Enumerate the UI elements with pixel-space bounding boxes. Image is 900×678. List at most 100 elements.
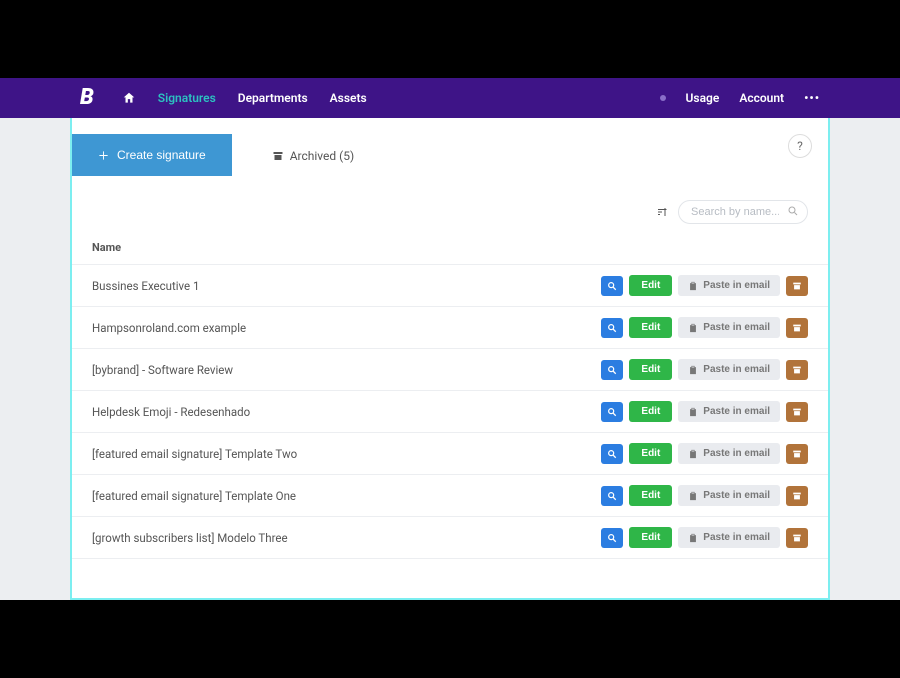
paste-button[interactable]: Paste in email [678,359,780,380]
signature-name: Helpdesk Emoji - Redesenhado [92,405,250,419]
edit-label: Edit [641,490,660,501]
edit-button[interactable]: Edit [629,485,672,506]
archive-button[interactable] [786,360,808,380]
signatures-card: Create signature Archived (5) ? N [70,118,830,600]
table-row: [featured email signature] Template One … [72,475,828,517]
nav-right: Usage Account ••• [660,91,820,105]
row-actions: Edit Paste in email [601,527,808,548]
paste-icon [688,491,698,501]
row-actions: Edit Paste in email [601,359,808,380]
more-menu-icon[interactable]: ••• [804,91,820,105]
signature-name: [featured email signature] Template Two [92,447,297,461]
table-row: [bybrand] - Software Review Edit Paste i… [72,349,828,391]
row-actions: Edit Paste in email [601,401,808,422]
magnify-icon [607,365,617,375]
edit-label: Edit [641,280,660,291]
magnify-icon [607,533,617,543]
archive-box-icon [792,533,802,543]
paste-label: Paste in email [703,322,770,333]
archive-button[interactable] [786,402,808,422]
archive-button[interactable] [786,276,808,296]
paste-icon [688,365,698,375]
create-signature-button[interactable]: Create signature [72,134,232,176]
archive-box-icon [792,365,802,375]
archive-button[interactable] [786,444,808,464]
row-actions: Edit Paste in email [601,317,808,338]
view-button[interactable] [601,318,623,338]
nav-left: B Signatures Departments Assets [80,87,367,109]
table-row: Bussines Executive 1 Edit Paste in email [72,265,828,307]
signature-name: Hampsonroland.com example [92,321,246,335]
archive-box-icon [792,281,802,291]
edit-button[interactable]: Edit [629,443,672,464]
edit-button[interactable]: Edit [629,275,672,296]
view-button[interactable] [601,486,623,506]
paste-icon [688,533,698,543]
edit-label: Edit [641,364,660,375]
paste-label: Paste in email [703,406,770,417]
table-row: [growth subscribers list] Modelo Three E… [72,517,828,559]
list-toolbar [72,186,828,234]
edit-button[interactable]: Edit [629,527,672,548]
paste-label: Paste in email [703,364,770,375]
paste-button[interactable]: Paste in email [678,401,780,422]
paste-button[interactable]: Paste in email [678,485,780,506]
signature-name: Bussines Executive 1 [92,279,199,293]
archive-button[interactable] [786,486,808,506]
sort-icon[interactable] [656,206,668,218]
magnify-icon [607,449,617,459]
magnify-icon [607,407,617,417]
table-row: [featured email signature] Template Two … [72,433,828,475]
archive-button[interactable] [786,318,808,338]
magnify-icon [607,281,617,291]
home-icon[interactable] [122,91,136,105]
create-label: Create signature [117,148,206,162]
paste-button[interactable]: Paste in email [678,317,780,338]
view-button[interactable] [601,444,623,464]
archived-label: Archived (5) [290,149,354,163]
row-actions: Edit Paste in email [601,443,808,464]
nav-departments[interactable]: Departments [238,91,308,105]
search-input[interactable] [678,200,808,224]
archived-link[interactable]: Archived (5) [272,149,354,163]
status-dot-icon [660,95,666,101]
paste-icon [688,449,698,459]
view-button[interactable] [601,276,623,296]
archive-box-icon [792,323,802,333]
archive-box-icon [792,491,802,501]
archive-box-icon [792,407,802,417]
archive-icon [272,150,284,162]
view-button[interactable] [601,528,623,548]
paste-label: Paste in email [703,532,770,543]
paste-icon [688,407,698,417]
magnify-icon [607,323,617,333]
paste-button[interactable]: Paste in email [678,443,780,464]
nav-usage[interactable]: Usage [686,91,720,105]
nav-assets[interactable]: Assets [330,91,367,105]
signature-name: [bybrand] - Software Review [92,363,233,377]
plus-icon [98,150,109,161]
column-name: Name [92,241,121,254]
view-button[interactable] [601,360,623,380]
search-wrap [678,200,808,224]
edit-button[interactable]: Edit [629,317,672,338]
archive-box-icon [792,449,802,459]
nav-account[interactable]: Account [739,91,784,105]
archive-button[interactable] [786,528,808,548]
paste-icon [688,323,698,333]
paste-button[interactable]: Paste in email [678,275,780,296]
row-actions: Edit Paste in email [601,485,808,506]
help-button[interactable]: ? [788,134,812,158]
signature-name: [growth subscribers list] Modelo Three [92,531,288,545]
paste-button[interactable]: Paste in email [678,527,780,548]
view-button[interactable] [601,402,623,422]
edit-button[interactable]: Edit [629,401,672,422]
table-row: Hampsonroland.com example Edit Paste in … [72,307,828,349]
nav-signatures[interactable]: Signatures [158,91,216,105]
paste-label: Paste in email [703,280,770,291]
edit-label: Edit [641,322,660,333]
signature-name: [featured email signature] Template One [92,489,296,503]
edit-button[interactable]: Edit [629,359,672,380]
table-header: Name [72,234,828,265]
table-body: Bussines Executive 1 Edit Paste in email [72,265,828,559]
